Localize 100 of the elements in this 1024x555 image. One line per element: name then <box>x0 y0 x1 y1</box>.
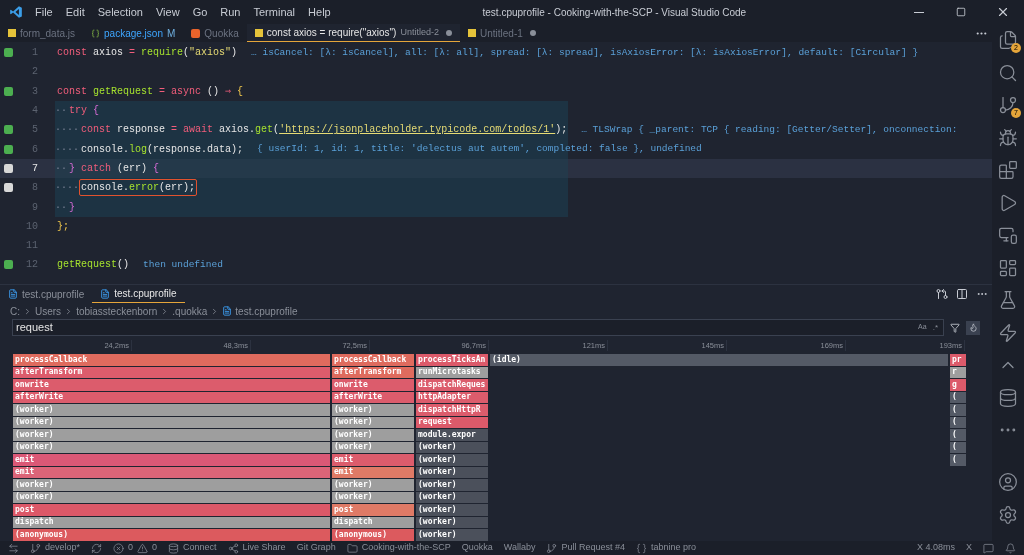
flame-frame[interactable]: emit <box>13 454 330 466</box>
flame-frame[interactable]: (worker) <box>416 441 488 453</box>
flame-frame[interactable]: emit <box>332 466 414 478</box>
status-item[interactable]: Git Graph <box>296 541 336 555</box>
editor-tab[interactable]: form_data.js <box>0 24 84 42</box>
flame-frame[interactable]: g <box>950 379 966 391</box>
bug-icon[interactable] <box>998 127 1018 148</box>
flame-frame[interactable]: (worker) <box>416 466 488 478</box>
dashboard-icon[interactable] <box>998 257 1018 278</box>
flame-frame[interactable]: (worker) <box>416 479 488 491</box>
flame-frame[interactable]: processCallback <box>332 354 414 366</box>
flame-frame[interactable]: module.expor <box>416 429 488 441</box>
flame-frame[interactable]: (worker) <box>13 429 330 441</box>
problems-button[interactable]: 0 0 <box>113 541 158 555</box>
flame-frame[interactable]: (worker) <box>13 404 330 416</box>
flame-frame[interactable]: (worker) <box>416 516 488 528</box>
files-icon[interactable] <box>998 30 1018 50</box>
status-item[interactable]: X 4.08ms <box>916 541 955 555</box>
flame-frame[interactable]: ( <box>950 441 966 453</box>
flame-frame[interactable]: (idle) <box>490 354 948 366</box>
flame-frame[interactable]: (worker) <box>13 416 330 428</box>
status-item[interactable]: Wallaby <box>503 541 536 555</box>
flame-frame[interactable]: emit <box>13 466 330 478</box>
flame-frame[interactable]: (anonymous) <box>332 529 414 541</box>
flame-frame[interactable]: emit <box>332 454 414 466</box>
editor-tab[interactable]: package.json M <box>83 24 184 42</box>
flame-frame[interactable]: processCallback <box>13 354 330 366</box>
flame-frame[interactable]: onwrite <box>13 379 330 391</box>
flame-frame[interactable]: ( <box>950 429 966 441</box>
flame-frame[interactable]: request <box>416 416 488 428</box>
flame-frame[interactable]: dispatchReques <box>416 379 488 391</box>
breadcrumb-item[interactable]: .quokka <box>172 303 208 319</box>
flask-icon[interactable] <box>998 290 1018 310</box>
connect-button[interactable]: Connect <box>168 541 217 555</box>
flame-frame[interactable]: dispatch <box>13 516 330 528</box>
flame-frame[interactable]: (worker) <box>332 479 414 491</box>
source-control-icon[interactable] <box>998 95 1018 115</box>
flame-frame[interactable]: (worker) <box>416 491 488 503</box>
branch-button[interactable]: Pull Request #4 <box>546 541 625 555</box>
flame-frame[interactable]: (worker) <box>13 441 330 453</box>
menu-item[interactable]: Terminal <box>253 3 296 21</box>
flame-frame[interactable]: (anonymous) <box>13 529 330 541</box>
flame-frame[interactable]: (worker) <box>332 441 414 453</box>
flame-frame[interactable]: post <box>332 504 414 516</box>
status-item[interactable]: Quokka <box>461 541 493 555</box>
flame-frame[interactable]: pr <box>950 354 966 366</box>
account-icon[interactable] <box>998 472 1018 492</box>
status-item[interactable]: X <box>966 541 972 555</box>
workspace-button[interactable]: Cooking-with-the-SCP <box>346 541 451 555</box>
branch-button[interactable]: develop* <box>30 541 81 555</box>
editor-tab[interactable]: Untitled-1 <box>459 24 544 42</box>
flame-frame[interactable]: (worker) <box>416 529 488 541</box>
flame-frame[interactable]: afterTransform <box>13 366 330 378</box>
flame-frame[interactable]: (worker) <box>332 491 414 503</box>
flame-frame[interactable]: httpAdapter <box>416 391 488 403</box>
menu-item[interactable]: Run <box>220 3 241 21</box>
flame-frame[interactable]: processTicksAn <box>416 354 488 366</box>
flame-frame[interactable]: (worker) <box>332 416 414 428</box>
flame-frame[interactable]: (worker) <box>13 479 330 491</box>
flame-frame[interactable]: afterWrite <box>332 391 414 403</box>
breadcrumb-item[interactable]: Users <box>35 303 62 319</box>
flame-frame[interactable]: runMicrotasks <box>416 366 488 378</box>
breadcrumb-item[interactable]: tobiassteckenborn <box>76 303 158 319</box>
settings-icon[interactable] <box>998 504 1018 525</box>
panel-tab[interactable]: test.cpuprofile <box>0 285 93 303</box>
split-editor-icon[interactable] <box>956 288 968 300</box>
flame-frame[interactable]: (worker) <box>416 454 488 466</box>
flame-frame[interactable]: (worker) <box>13 491 330 503</box>
menu-item[interactable]: Go <box>192 3 208 21</box>
remote-button[interactable] <box>8 542 19 554</box>
flame-frame[interactable]: (worker) <box>416 504 488 516</box>
flame-frame[interactable]: ( <box>950 391 966 403</box>
menu-item[interactable]: Edit <box>65 3 85 21</box>
flame-frame[interactable]: dispatchHttpR <box>416 404 488 416</box>
notifications-button[interactable] <box>1005 542 1016 554</box>
breadcrumb-item[interactable]: C: <box>10 303 20 319</box>
editor-tab[interactable]: const axios = require("axios") Untitled-2 <box>246 24 460 42</box>
menu-item[interactable]: Selection <box>97 3 143 21</box>
lightning-icon[interactable] <box>998 322 1018 343</box>
flame-toggle[interactable] <box>966 320 980 335</box>
flame-frame[interactable]: ( <box>950 416 966 428</box>
editor-tab[interactable]: Quokka <box>183 24 247 42</box>
breadcrumb-item[interactable]: test.cpuprofile <box>235 303 298 319</box>
flame-frame[interactable]: ( <box>950 454 966 466</box>
flame-frame[interactable]: (worker) <box>332 429 414 441</box>
live-share-button[interactable]: Live Share <box>227 541 286 555</box>
flame-frame[interactable]: ( <box>950 404 966 416</box>
flame-frame[interactable]: afterWrite <box>13 391 330 403</box>
database-icon[interactable] <box>998 387 1018 408</box>
flame-frame[interactable]: afterTransform <box>332 366 414 378</box>
regex-toggle[interactable]: .* <box>932 321 938 334</box>
compare-icon[interactable] <box>936 288 948 300</box>
flame-frame[interactable]: r <box>950 366 966 378</box>
flame-frame[interactable]: post <box>13 504 330 516</box>
panel-tab[interactable]: test.cpuprofile <box>92 285 185 303</box>
tabnine-button[interactable]: tabnine pro <box>635 541 696 555</box>
feedback-button[interactable] <box>983 542 994 554</box>
flame-frame[interactable]: onwrite <box>332 379 414 391</box>
sync-button[interactable] <box>91 542 103 554</box>
menu-item[interactable]: Help <box>308 3 331 21</box>
